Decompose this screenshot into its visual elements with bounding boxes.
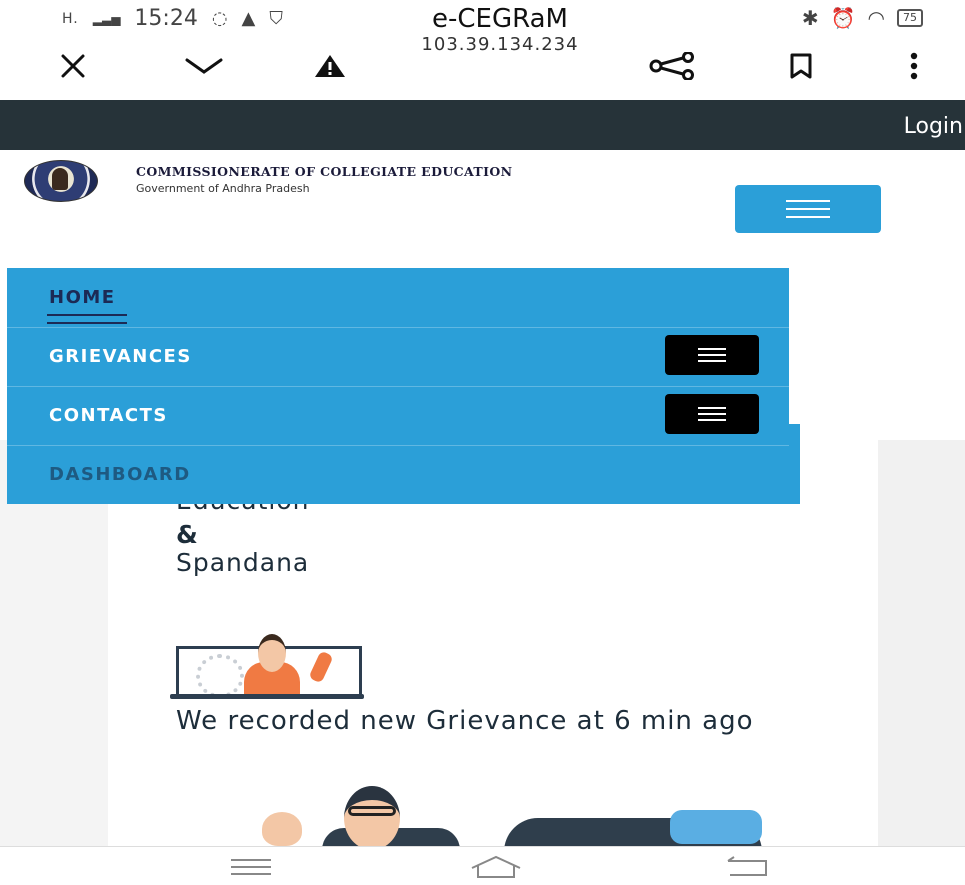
bluetooth-icon: ✱: [801, 6, 819, 30]
warning-icon[interactable]: [306, 46, 354, 86]
nav-item-home[interactable]: HOME: [7, 268, 789, 328]
illustration-blue-shape: [670, 810, 762, 844]
nav-label-grievances: GRIEVANCES: [49, 346, 192, 367]
active-underline: [47, 314, 127, 324]
chevron-down-icon[interactable]: [176, 46, 232, 86]
whatsapp-icon: ◌: [211, 8, 228, 29]
nav-item-contacts[interactable]: CONTACTS: [7, 386, 789, 446]
hamburger-icon: [786, 200, 830, 218]
menu-toggle-button[interactable]: [735, 185, 881, 233]
recent-apps-icon[interactable]: [226, 852, 276, 882]
browser-title-block[interactable]: e-CEGRaM 103.39.134.234: [380, 4, 620, 56]
status-time: 15:24: [134, 6, 198, 31]
illustration-person-head: [344, 786, 400, 850]
content-margin-right: [878, 440, 965, 850]
home-icon[interactable]: [466, 852, 526, 882]
glasses-icon: [348, 806, 396, 816]
wifi-icon: ◠: [867, 6, 885, 30]
top-strip: [0, 100, 965, 150]
close-icon[interactable]: [50, 46, 96, 86]
hamburger-icon: [698, 348, 726, 362]
laptop-base: [170, 694, 364, 699]
grievance-notice: We recorded new Grievance at 6 min ago: [176, 706, 754, 736]
more-options-icon[interactable]: [900, 46, 928, 86]
battery-icon: 75: [897, 9, 923, 27]
nav-item-dashboard[interactable]: DASHBOARD: [7, 445, 800, 504]
login-link[interactable]: Login: [904, 114, 963, 139]
signal-bars-icon: ▂▃▅: [92, 11, 121, 26]
status-left: H. ▂▃▅ 15:24 ◌ ▲ ⛉: [62, 6, 283, 31]
gear-icon: [196, 654, 244, 698]
hero-line-3: Spandana: [176, 548, 310, 577]
logo-figure: [52, 168, 68, 190]
alarm-icon: ⏰: [830, 6, 856, 30]
support-agent-head: [258, 634, 286, 672]
org-name: COMMISSIONERATE OF COLLEGIATE EDUCATION: [136, 164, 513, 179]
nav-label-dashboard: DASHBOARD: [49, 464, 191, 485]
nav-item-grievances[interactable]: GRIEVANCES: [7, 327, 789, 387]
grievances-submenu-toggle[interactable]: [665, 335, 759, 375]
nav-label-contacts: CONTACTS: [49, 405, 168, 426]
warning-icon: ▲: [241, 8, 256, 29]
shield-icon: ⛉: [269, 8, 283, 29]
page-title: e-CEGRaM: [432, 4, 568, 34]
share-icon[interactable]: [644, 46, 700, 86]
contacts-submenu-toggle[interactable]: [665, 394, 759, 434]
hamburger-icon: [698, 407, 726, 421]
ok-hand-icon: [262, 812, 302, 846]
bookmark-icon[interactable]: [778, 46, 824, 86]
status-right: ✱ ⏰ ◠ 75: [802, 6, 923, 30]
org-subtitle: Government of Andhra Pradesh: [136, 182, 310, 195]
page-url: 103.39.134.234: [421, 34, 579, 55]
hero-line-2: &: [176, 520, 199, 549]
nav-label-home: HOME: [49, 287, 116, 308]
signal-indicator: H.: [62, 10, 79, 27]
back-icon[interactable]: [720, 852, 774, 882]
